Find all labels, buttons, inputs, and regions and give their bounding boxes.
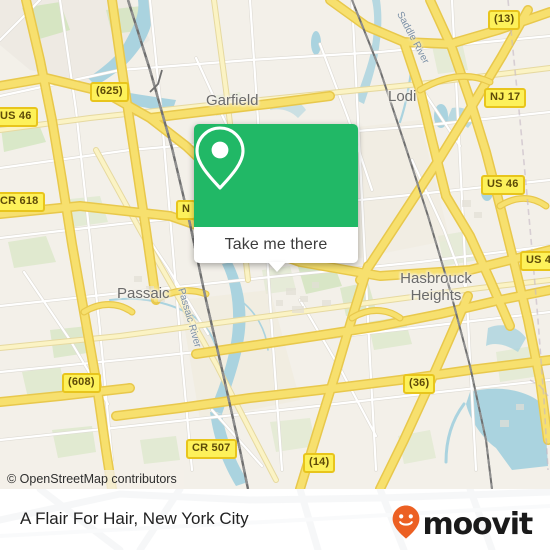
footer-bar: A Flair For Hair, New York City moovit xyxy=(0,489,550,550)
place-label-garfield: Garfield xyxy=(206,92,259,109)
moovit-map-screenshot: .lu-green{fill:#cfe3b9;} .lu-green2{fill… xyxy=(0,0,550,550)
route-shield-us-4[interactable]: US 4 xyxy=(520,251,550,271)
route-shield-us-46-east[interactable]: US 46 xyxy=(481,175,525,195)
moovit-brand[interactable]: moovit xyxy=(392,505,534,544)
take-me-there-label: Take me there xyxy=(224,236,328,253)
osm-attribution[interactable]: © OpenStreetMap contributors xyxy=(0,470,184,489)
popup-tail xyxy=(268,262,286,272)
page-title: A Flair For Hair, New York City xyxy=(20,509,249,528)
route-shield-cr-507[interactable]: CR 507 xyxy=(186,439,237,459)
route-shield-nj-17[interactable]: NJ 17 xyxy=(484,88,527,108)
location-popup-card[interactable]: Take me there xyxy=(194,124,358,272)
popup-image-area xyxy=(194,124,358,227)
place-label-lodi: Lodi xyxy=(388,88,417,105)
route-shield-14[interactable]: (14) xyxy=(303,453,336,473)
route-shield-cr-618[interactable]: CR 618 xyxy=(0,192,45,212)
moovit-pin-smiley-icon xyxy=(392,505,420,544)
take-me-there-button[interactable]: Take me there xyxy=(194,227,358,263)
route-shield-13[interactable]: (13) xyxy=(488,10,521,30)
route-shield-625[interactable]: (625) xyxy=(90,82,129,102)
moovit-wordmark: moovit xyxy=(422,506,534,542)
route-shield-608[interactable]: (608) xyxy=(62,373,101,393)
map-canvas[interactable]: .lu-green{fill:#cfe3b9;} .lu-green2{fill… xyxy=(0,0,550,489)
route-shield-us-46-west[interactable]: US 46 xyxy=(0,107,38,127)
place-label-passaic: Passaic xyxy=(117,285,170,302)
place-label-hasbrouck-heights: Hasbrouck Heights xyxy=(400,270,472,304)
route-shield-36[interactable]: (36) xyxy=(403,374,436,394)
